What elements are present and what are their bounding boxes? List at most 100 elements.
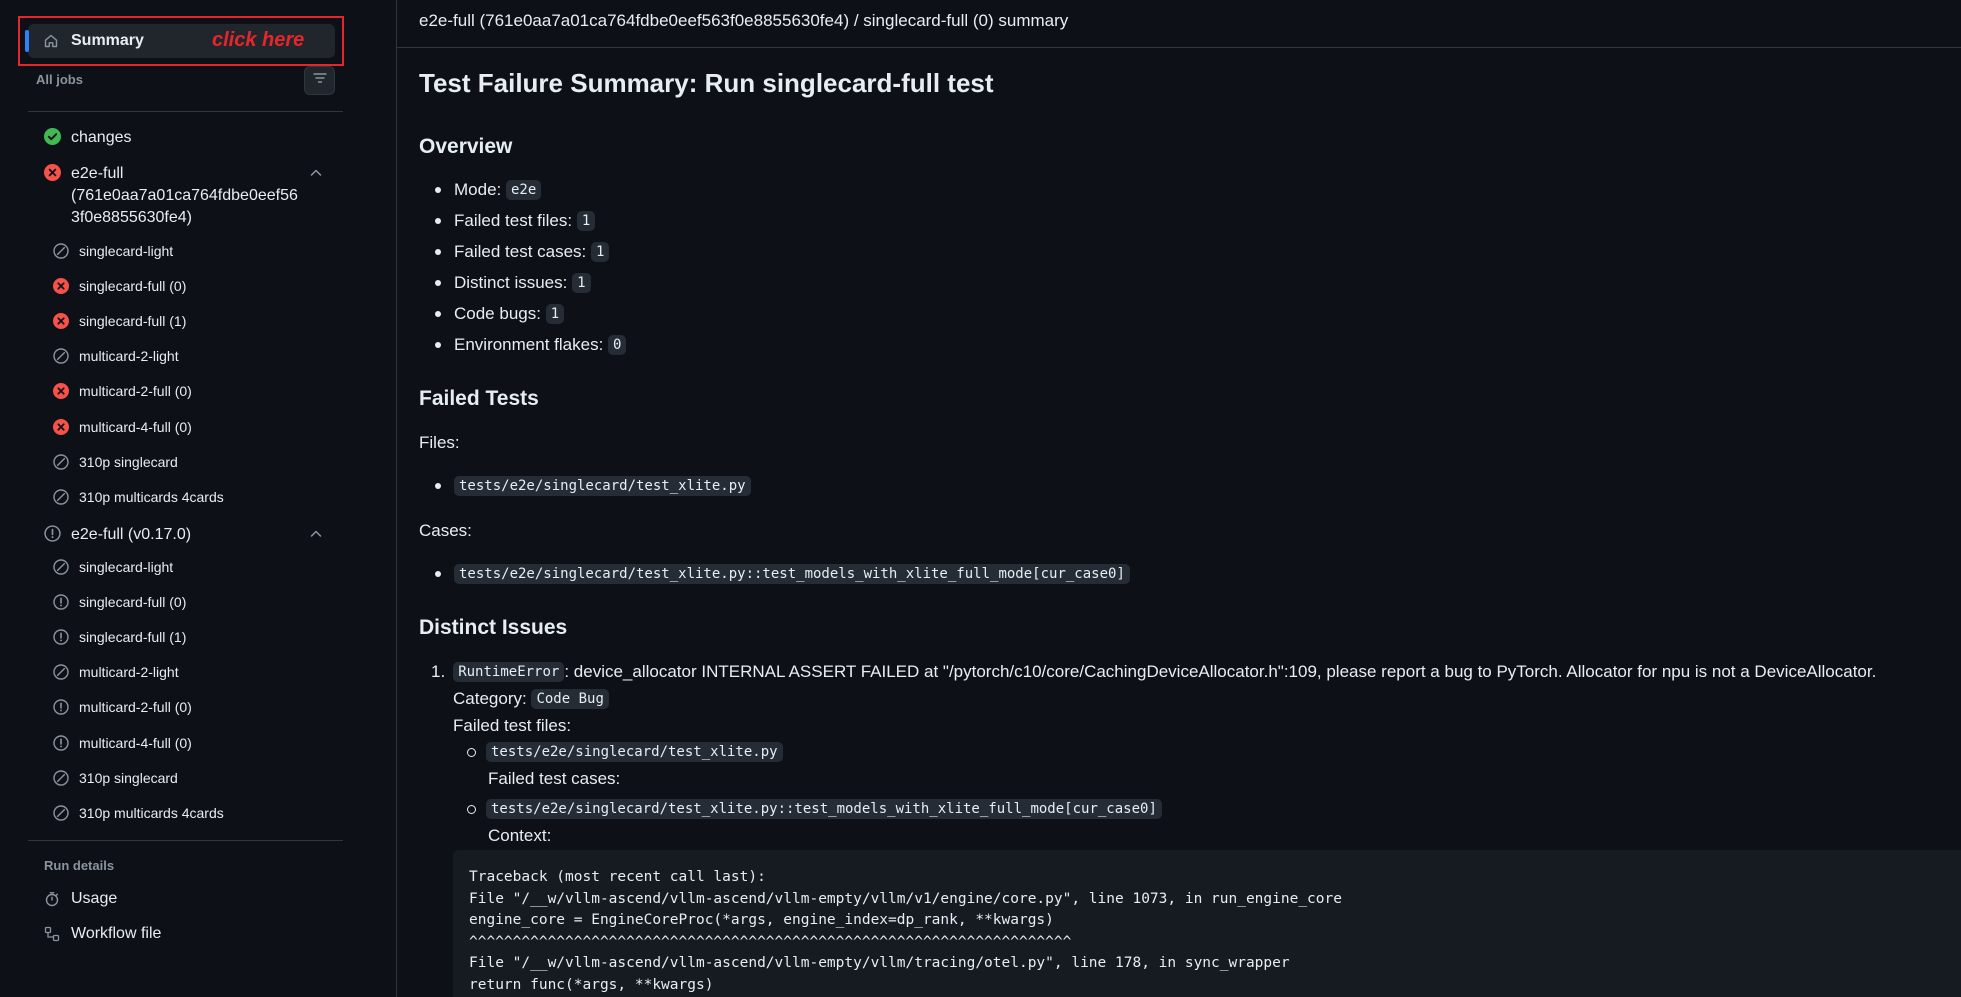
issue-file-path: tests/e2e/singlecard/test_xlite.py bbox=[486, 742, 783, 762]
overview-label: Failed test cases: bbox=[454, 242, 587, 261]
job-step-label: singlecard-full (0) bbox=[79, 594, 187, 610]
list-item: tests/e2e/singlecard/test_xlite.py bbox=[435, 476, 751, 496]
usage-label: Usage bbox=[71, 890, 118, 907]
overview-value: 0 bbox=[608, 335, 627, 355]
overview-label: Distinct issues: bbox=[454, 273, 568, 292]
x-circle-icon bbox=[53, 313, 69, 329]
traceback-line: engine_core = EngineCoreProc(*args, engi… bbox=[469, 912, 1054, 928]
run-details-label: Run details bbox=[44, 858, 115, 873]
x-circle-icon bbox=[53, 278, 69, 294]
job-step-item[interactable]: singlecard-light bbox=[53, 243, 173, 259]
job-step-label: multicard-2-full (0) bbox=[79, 699, 192, 715]
error-message: : device_allocator INTERNAL ASSERT FAILE… bbox=[564, 662, 1877, 681]
traceback-line: File "/__w/vllm-ascend/vllm-ascend/vllm-… bbox=[469, 955, 1290, 971]
job-step-label: 310p multicards 4cards bbox=[79, 489, 224, 505]
job-step-item[interactable]: 310p multicards 4cards bbox=[53, 805, 224, 821]
failed-tests-heading: Failed Tests bbox=[419, 387, 539, 410]
file-path: tests/e2e/singlecard/test_xlite.py bbox=[454, 476, 751, 496]
job-step-label: singlecard-full (1) bbox=[79, 313, 187, 329]
job-0[interactable]: changes bbox=[44, 127, 132, 149]
issue-case-path: tests/e2e/singlecard/test_xlite.py::test… bbox=[486, 799, 1162, 819]
page-title: Test Failure Summary: Run singlecard-ful… bbox=[419, 68, 994, 98]
alert-circle-icon bbox=[44, 525, 61, 542]
alert-circle-icon bbox=[53, 735, 69, 751]
skip-icon bbox=[53, 243, 69, 259]
case-path: tests/e2e/singlecard/test_xlite.py::test… bbox=[454, 564, 1130, 584]
job-step-item[interactable]: 310p multicards 4cards bbox=[53, 489, 224, 505]
job-step-item[interactable]: multicard-2-light bbox=[53, 664, 179, 680]
x-circle-icon bbox=[44, 164, 61, 181]
overview-value: 1 bbox=[591, 242, 610, 262]
job-step-item[interactable]: multicard-2-full (0) bbox=[53, 699, 192, 715]
job-step-item[interactable]: singlecard-full (1) bbox=[53, 313, 186, 329]
overview-item: Environment flakes: 0 bbox=[435, 335, 627, 355]
skip-icon bbox=[53, 454, 69, 470]
job-step-item[interactable]: multicard-2-full (0) bbox=[53, 383, 192, 399]
distinct-issues-heading: Distinct Issues bbox=[419, 616, 568, 639]
chevron-up-icon[interactable] bbox=[308, 526, 324, 542]
cases-label: Cases: bbox=[419, 521, 472, 540]
workflow-file-link[interactable]: Workflow file bbox=[44, 925, 161, 943]
x-circle-icon bbox=[53, 383, 69, 399]
traceback-line: return func(*args, **kwargs) bbox=[469, 976, 714, 993]
error-type: RuntimeError bbox=[453, 662, 565, 682]
job-step-label: multicard-4-full (0) bbox=[79, 735, 192, 751]
job-step-label: singlecard-full (0) bbox=[79, 278, 187, 294]
job-step-item[interactable]: 310p singlecard bbox=[53, 454, 178, 470]
list-item: tests/e2e/singlecard/test_xlite.py::test… bbox=[435, 564, 1130, 584]
overview-label: Code bugs: bbox=[454, 304, 541, 323]
workflow-file-label: Workflow file bbox=[71, 925, 162, 942]
category-badge: Code Bug bbox=[531, 689, 609, 709]
job-step-item[interactable]: multicard-2-light bbox=[53, 348, 179, 364]
overview-item: Failed test files: 1 bbox=[435, 211, 596, 231]
list-item: tests/e2e/singlecard/test_xlite.py bbox=[467, 742, 783, 762]
job-step-item[interactable]: multicard-4-full (0) bbox=[53, 419, 192, 435]
job-step-item[interactable]: 310p singlecard bbox=[53, 770, 178, 786]
overview-item: Distinct issues: 1 bbox=[435, 273, 591, 293]
filter-button[interactable] bbox=[304, 66, 335, 95]
job-step-label: singlecard-full (1) bbox=[79, 629, 187, 645]
job-name: changes bbox=[71, 129, 132, 146]
context-label: Context: bbox=[488, 826, 552, 845]
failed-files-label: Failed test files: bbox=[453, 716, 572, 735]
filter-icon bbox=[312, 70, 328, 91]
failed-cases-label: Failed test cases: bbox=[488, 769, 621, 788]
job-step-label: multicard-2-light bbox=[79, 664, 179, 680]
files-label: Files: bbox=[419, 433, 460, 452]
job-step-label: 310p multicards 4cards bbox=[79, 805, 224, 821]
job-step-item[interactable]: singlecard-full (0) bbox=[53, 594, 186, 610]
skip-icon bbox=[53, 664, 69, 680]
alert-circle-icon bbox=[53, 699, 69, 715]
job-step-label: 310p singlecard bbox=[79, 454, 178, 470]
skip-icon bbox=[53, 348, 69, 364]
job-step-item[interactable]: multicard-4-full (0) bbox=[53, 735, 192, 751]
skip-icon bbox=[53, 770, 69, 786]
workflow-file-icon bbox=[44, 926, 60, 942]
job-step-item[interactable]: singlecard-full (0) bbox=[53, 278, 186, 294]
divider bbox=[28, 111, 343, 112]
job-step-item[interactable]: singlecard-full (1) bbox=[53, 629, 186, 645]
overview-item: Code bugs: 1 bbox=[435, 304, 565, 324]
annotation-text: click here bbox=[212, 29, 305, 51]
overview-heading: Overview bbox=[419, 135, 513, 158]
issue-item: 1. RuntimeError : device_allocator INTER… bbox=[431, 662, 1876, 682]
overview-item: Mode: e2e bbox=[435, 180, 542, 200]
issue-category: Category: Code Bug bbox=[453, 689, 609, 709]
chevron-up-icon[interactable] bbox=[308, 165, 324, 181]
traceback-line: ^^^^^^^^^^^^^^^^^^^^^^^^^^^^^^^^^^^^^^^^… bbox=[469, 933, 1072, 950]
breadcrumb: e2e-full (761e0aa7a01ca764fdbe0eef563f0e… bbox=[419, 11, 1069, 30]
job-2[interactable]: e2e-full (v0.17.0) bbox=[44, 524, 322, 546]
job-step-label: 310p singlecard bbox=[79, 770, 178, 786]
job-step-label: singlecard-light bbox=[79, 243, 174, 259]
job-step-label: singlecard-light bbox=[79, 559, 174, 575]
traceback-code-block: Traceback (most recent call last): File "… bbox=[453, 850, 1961, 997]
page-header: e2e-full (761e0aa7a01ca764fdbe0eef563f0e… bbox=[397, 0, 1961, 48]
job-1[interactable]: e2e-full (761e0aa7a01ca764fdbe0eef56 3f0e8… bbox=[44, 163, 322, 229]
usage-link[interactable]: Usage bbox=[44, 890, 117, 908]
list-item: tests/e2e/singlecard/test_xlite.py::test… bbox=[467, 799, 1162, 819]
overview-label: Environment flakes: bbox=[454, 335, 604, 354]
job-name: e2e-full (761e0aa7a01ca764fdbe0eef56 3f0e8… bbox=[71, 165, 298, 226]
skip-icon bbox=[53, 489, 69, 505]
job-step-item[interactable]: singlecard-light bbox=[53, 559, 173, 575]
main-content: e2e-full (761e0aa7a01ca764fdbe0eef563f0e… bbox=[397, 0, 1961, 997]
